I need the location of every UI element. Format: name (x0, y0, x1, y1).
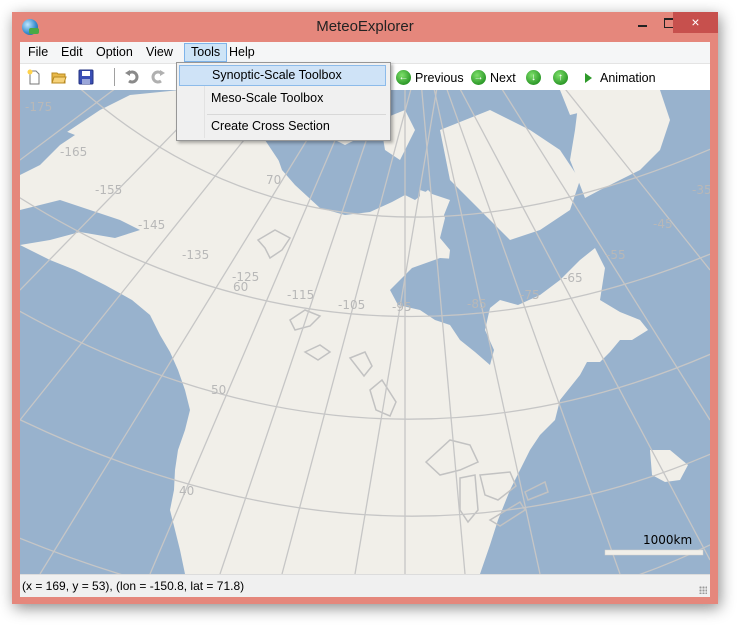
scale-bar (604, 549, 704, 556)
menu-file[interactable]: File (22, 44, 54, 61)
redo-icon[interactable] (150, 69, 166, 85)
previous-button[interactable]: ← Previous (396, 68, 464, 86)
lon-label-m135: -135 (182, 248, 209, 262)
next-button[interactable]: → Next (471, 68, 516, 86)
menu-item-meso-scale-toolbox[interactable]: Meso-Scale Toolbox (179, 88, 386, 109)
lon-label-m145: -145 (138, 218, 165, 232)
animation-label: Animation (600, 70, 656, 85)
resize-grip[interactable] (699, 586, 707, 594)
menu-view[interactable]: View (140, 44, 179, 61)
lon-label-m175: -175 (25, 100, 52, 114)
map-canvas[interactable]: -175 -165 -155 -145 -135 -125 -115 -105 … (20, 90, 710, 574)
lat-label-60: 60 (233, 280, 248, 294)
coordinate-readout: (x = 169, y = 53), (lon = -150.8, lat = … (22, 579, 245, 593)
next-label: Next (490, 70, 516, 85)
close-button[interactable]: × (673, 12, 718, 33)
toolbar-separator (114, 68, 115, 86)
menu-item-create-cross-section[interactable]: Create Cross Section (179, 116, 386, 137)
lon-label-m155: -155 (95, 183, 122, 197)
lon-label-m55: -55 (606, 248, 626, 262)
level-up-button[interactable]: ↑ (553, 68, 568, 86)
map-view[interactable]: -175 -165 -155 -145 -135 -125 -115 -105 … (20, 90, 710, 574)
arrow-up-icon: ↑ (553, 70, 568, 86)
lat-label-50: 50 (211, 383, 226, 397)
lon-label-m85: -85 (467, 297, 487, 311)
lon-label-m45: -45 (653, 217, 673, 231)
window-title: MeteoExplorer (316, 18, 414, 35)
lon-label-m115: -115 (287, 288, 314, 302)
animation-button[interactable]: Animation (585, 68, 656, 86)
arrow-left-icon: ← (396, 70, 411, 86)
scale-bar-label: 1000km (643, 533, 692, 547)
menu-bar: File Edit Option View Tools Help (20, 42, 710, 64)
lon-label-m105: -105 (338, 298, 365, 312)
tools-dropdown-menu: Synoptic-Scale Toolbox Meso-Scale Toolbo… (176, 62, 391, 141)
arrow-right-icon: → (471, 70, 486, 86)
open-folder-icon[interactable] (51, 69, 67, 85)
menu-help[interactable]: Help (223, 44, 261, 61)
title-bar[interactable]: MeteoExplorer × (12, 12, 718, 42)
lat-label-70: 70 (266, 173, 281, 187)
menu-tools[interactable]: Tools (184, 43, 228, 62)
menu-item-synoptic-scale-toolbox[interactable]: Synoptic-Scale Toolbox (179, 65, 386, 86)
menu-separator (207, 114, 386, 115)
lat-label-40: 40 (179, 484, 194, 498)
menu-option[interactable]: Option (90, 44, 139, 61)
arrow-down-icon: ↓ (526, 70, 541, 86)
lon-label-m165: -165 (60, 145, 87, 159)
lon-label-m75: -75 (520, 288, 540, 302)
lon-label-m95: -95 (392, 300, 412, 314)
level-down-button[interactable]: ↓ (526, 68, 541, 86)
new-file-icon[interactable] (26, 69, 42, 85)
lon-label-m35: -35 (692, 183, 710, 197)
lon-label-m65: -65 (563, 271, 583, 285)
menu-edit[interactable]: Edit (55, 44, 89, 61)
undo-icon[interactable] (124, 69, 140, 85)
status-bar: (x = 169, y = 53), (lon = -150.8, lat = … (20, 574, 710, 597)
play-icon (585, 72, 592, 83)
save-icon[interactable] (78, 69, 94, 85)
minimize-button[interactable] (628, 12, 658, 33)
previous-label: Previous (415, 70, 464, 85)
